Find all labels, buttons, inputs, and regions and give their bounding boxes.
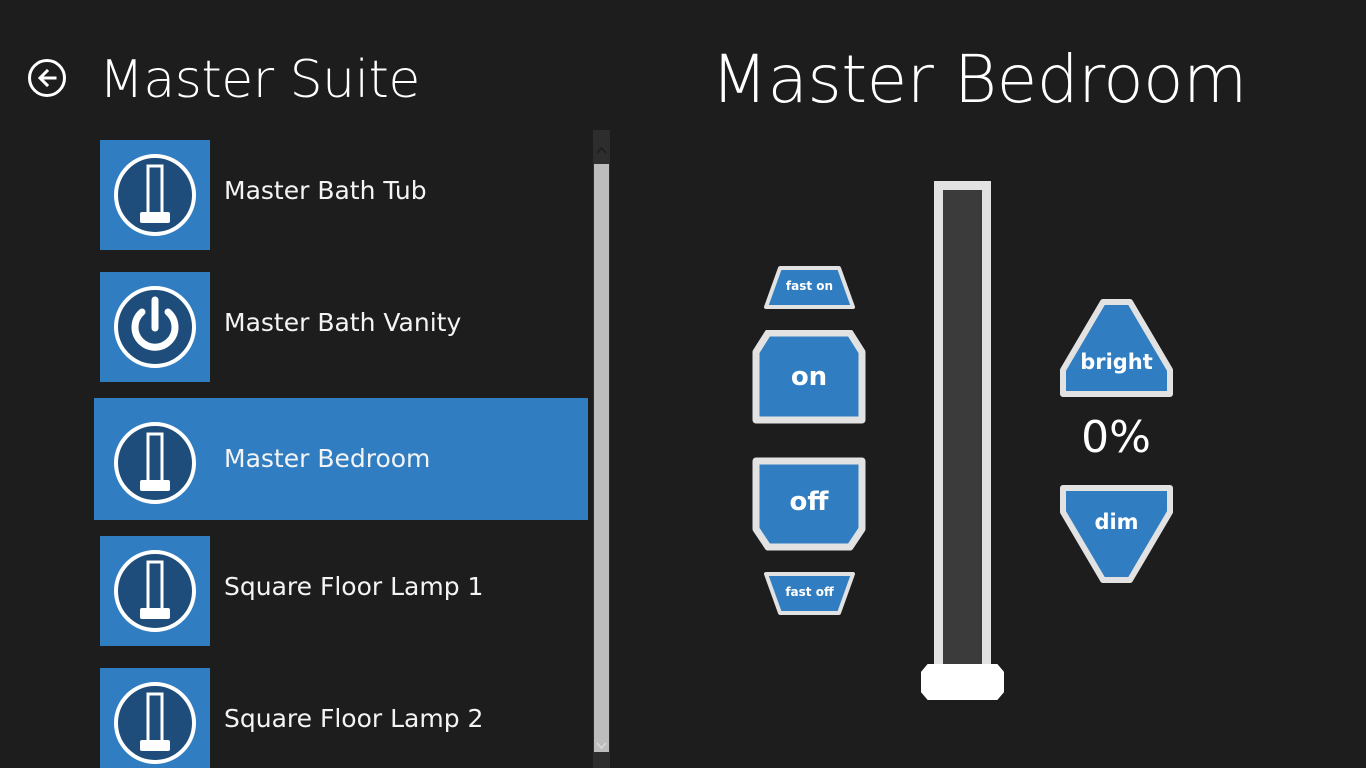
- section-title: Master Suite: [99, 50, 420, 110]
- on-button[interactable]: on: [752, 330, 866, 424]
- bright-label: bright: [1080, 350, 1153, 374]
- device-label: Square Floor Lamp 1: [224, 572, 484, 601]
- back-button[interactable]: [28, 59, 66, 97]
- dimmer-slider-icon: [114, 682, 196, 764]
- device-label: Master Bath Vanity: [224, 308, 462, 337]
- chevron-down-icon: [596, 742, 607, 750]
- off-label: off: [789, 487, 829, 517]
- fast-on-button[interactable]: fast on: [764, 266, 855, 309]
- dim-button[interactable]: dim: [1059, 484, 1174, 584]
- dim-shape: [1060, 485, 1173, 583]
- device-label: Square Floor Lamp 2: [224, 704, 484, 733]
- level-slider-track[interactable]: [934, 181, 991, 675]
- device-list: Master Bath Tub Master Bath Vanity Maste…: [94, 130, 594, 768]
- dimmer-slider-icon: [114, 154, 196, 236]
- device-tile: [100, 140, 210, 250]
- level-slider-thumb[interactable]: [921, 664, 1004, 700]
- device-list-scrollbar[interactable]: [593, 130, 610, 768]
- off-button[interactable]: off: [752, 457, 866, 551]
- dimmer-slider-icon: [114, 550, 196, 632]
- level-slider-groove: [943, 190, 982, 675]
- device-title: Master Bedroom: [711, 41, 1247, 118]
- app-window: Master Suite Master Bath Tub Master Bath…: [0, 0, 1366, 768]
- scroll-up-button[interactable]: [593, 140, 610, 160]
- scroll-down-button[interactable]: [593, 736, 610, 756]
- device-tile: [100, 272, 210, 382]
- back-arrow-icon: [37, 68, 57, 88]
- scroll-thumb[interactable]: [594, 164, 609, 752]
- device-item-master-bedroom[interactable]: Master Bedroom: [94, 398, 588, 520]
- device-item-square-floor-lamp-1[interactable]: Square Floor Lamp 1: [94, 526, 588, 648]
- device-label: Master Bath Tub: [224, 176, 427, 205]
- fast-off-button[interactable]: fast off: [764, 572, 855, 615]
- on-label: on: [790, 362, 828, 392]
- device-item-master-bath-vanity[interactable]: Master Bath Vanity: [94, 262, 588, 384]
- device-item-master-bath-tub[interactable]: Master Bath Tub: [94, 130, 588, 252]
- device-item-square-floor-lamp-2[interactable]: Square Floor Lamp 2: [94, 658, 588, 768]
- power-icon: [114, 286, 196, 368]
- device-label: Master Bedroom: [224, 444, 431, 473]
- dim-label: dim: [1094, 510, 1139, 534]
- chevron-up-icon: [596, 146, 607, 154]
- level-readout: 0%: [1081, 412, 1151, 463]
- dimmer-slider-icon: [114, 422, 196, 504]
- device-tile: [100, 536, 210, 646]
- device-tile: [100, 408, 210, 518]
- fast-on-label: fast on: [785, 279, 834, 293]
- fast-off-label: fast off: [785, 585, 834, 599]
- device-tile: [100, 668, 210, 768]
- bright-shape: [1060, 299, 1173, 397]
- bright-button[interactable]: bright: [1059, 298, 1174, 398]
